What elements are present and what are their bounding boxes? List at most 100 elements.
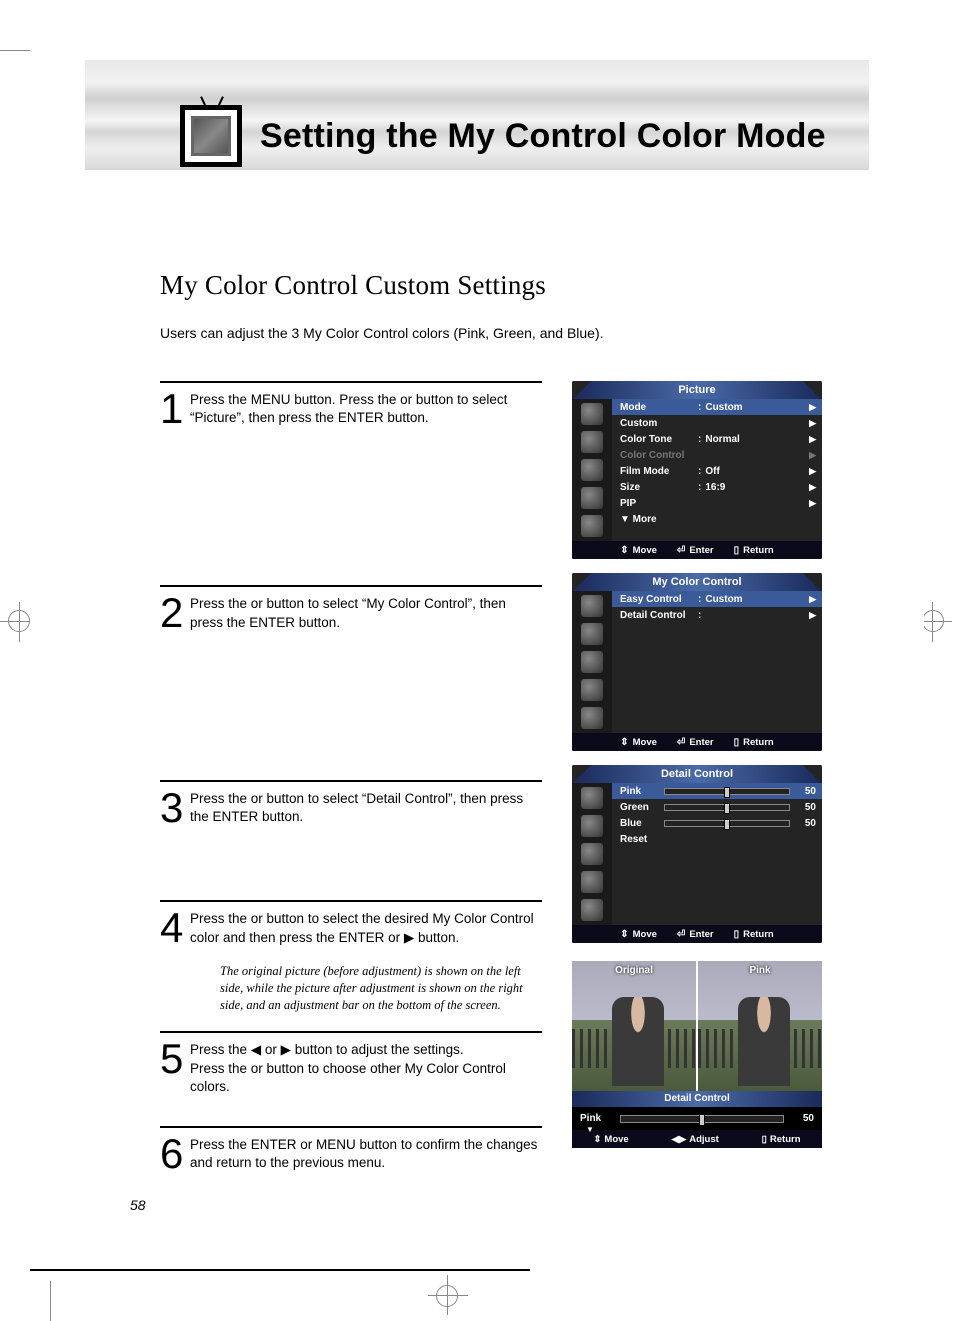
return-icon: ▯ [762, 1134, 767, 1145]
chevron-right-icon: ▶ [809, 498, 816, 509]
page: Setting the My Control Color Mode My Col… [30, 0, 924, 1321]
slider-track[interactable] [664, 788, 790, 795]
menu-category-icon [581, 815, 603, 837]
osd-icon-column [572, 591, 612, 733]
preview-adjust-row: Pink▼ 50 [572, 1107, 822, 1130]
menu-category-icon [581, 707, 603, 729]
tv-icon [180, 105, 242, 167]
osd-picture-menu: Picture Mode:Custom▶ Custom▶ Colo [572, 381, 822, 559]
step-number: 2 [160, 593, 190, 631]
slider-knob[interactable] [724, 803, 730, 814]
step-number: 6 [160, 1134, 190, 1172]
return-icon: ▯ [734, 545, 740, 556]
osd-footer: ⇕Move ⏎Enter ▯Return [572, 925, 822, 943]
osd-title: My Color Control [572, 573, 822, 591]
step-note: The original picture (before adjustment)… [160, 963, 542, 1014]
osd-mycolorcontrol-menu: My Color Control Easy Control:Custom▶ De… [572, 573, 822, 751]
chevron-right-icon: ▶ [809, 450, 816, 461]
menu-category-icon [581, 403, 603, 425]
chevron-right-icon: ▶ [809, 610, 816, 621]
registration-mark [447, 1275, 448, 1315]
osd-icon-column [572, 399, 612, 541]
osd-rows: Easy Control:Custom▶ Detail Control:▶ [612, 591, 822, 733]
slider-track[interactable] [620, 1115, 784, 1123]
step-6: 6 Press the ENTER or MENU button to conf… [160, 1126, 542, 1172]
osd-footer: ⇕Move ⏎Enter ▯Return [572, 541, 822, 559]
menu-category-icon [581, 843, 603, 865]
osd-row-custom[interactable]: Custom▶ [612, 415, 822, 431]
step-1: 1 Press the MENU button. Press the or bu… [160, 381, 542, 427]
osd-row-detailcontrol[interactable]: Detail Control:▶ [612, 607, 822, 623]
step-2: 2 Press the or button to select “My Colo… [160, 585, 542, 631]
osd-title: Picture [572, 381, 822, 399]
chevron-down-icon: ▼ [586, 1125, 594, 1134]
step-5: 5 Press the ◀ or ▶ button to adjust the … [160, 1031, 542, 1096]
return-icon: ▯ [734, 737, 740, 748]
registration-mark [19, 602, 20, 642]
bottom-trim-line [30, 1269, 530, 1271]
osd-slider-pink[interactable]: Pink50 [612, 783, 822, 799]
page-title: Setting the My Control Color Mode [260, 117, 826, 156]
chevron-right-icon: ▶ [809, 434, 816, 445]
updown-icon: ⇕ [620, 737, 628, 748]
slider-knob[interactable] [699, 1114, 705, 1126]
preview-bar-title: Detail Control [572, 1091, 822, 1107]
menu-category-icon [581, 899, 603, 921]
slider-knob[interactable] [724, 819, 730, 830]
osd-preview-adjustment: Original Pink Detail Control Pink▼ 50 [572, 961, 822, 1148]
step-text: Press the ENTER or MENU button to confir… [190, 1134, 542, 1172]
osd-row-colortone[interactable]: Color Tone:Normal▶ [612, 431, 822, 447]
osd-slider-green[interactable]: Green50 [612, 799, 822, 815]
osd-footer: ⇕Move ⏎Enter ▯Return [572, 733, 822, 751]
menu-category-icon [581, 871, 603, 893]
chevron-right-icon: ▶ [809, 466, 816, 477]
osd-detailcontrol-menu: Detail Control Pink50 Green50 Blu [572, 765, 822, 943]
step-text: Press the ◀ or ▶ button to adjust the se… [190, 1039, 542, 1096]
osd-row-more[interactable]: ▼ More [612, 511, 822, 527]
step-number: 5 [160, 1039, 190, 1096]
step-3: 3 Press the or button to select “Detail … [160, 780, 542, 826]
title-block: Setting the My Control Color Mode [180, 105, 826, 167]
registration-mark [428, 1295, 468, 1296]
osd-row-mode[interactable]: Mode:Custom▶ [612, 399, 822, 415]
osd-row-reset[interactable]: Reset [612, 831, 822, 847]
slider-knob[interactable] [724, 787, 730, 798]
osd-row-pip[interactable]: PIP▶ [612, 495, 822, 511]
enter-icon: ⏎ [677, 929, 685, 940]
chevron-right-icon: ▶ [809, 594, 816, 605]
step-number: 1 [160, 389, 190, 427]
preview-adjusted-image: Pink [698, 961, 822, 1091]
menu-category-icon [581, 431, 603, 453]
menu-category-icon [581, 515, 603, 537]
content: My Color Control Custom Settings Users c… [160, 270, 854, 1184]
section-subtitle: My Color Control Custom Settings [160, 270, 854, 301]
step-number: 4 [160, 908, 190, 946]
preview-adj-label: Pink [580, 1113, 601, 1124]
osd-icon-column [572, 783, 612, 925]
osd-rows: Mode:Custom▶ Custom▶ Color Tone:Normal▶ … [612, 399, 822, 541]
menu-category-icon [581, 679, 603, 701]
menu-category-icon [581, 595, 603, 617]
chevron-right-icon: ▶ [809, 402, 816, 413]
preview-adj-value: 50 [784, 1113, 814, 1124]
chevron-right-icon: ▶ [809, 418, 816, 429]
step-text: Press the or button to select “Detail Co… [190, 788, 542, 826]
step-4: 4 Press the or button to select the desi… [160, 900, 542, 946]
preview-original-image: Original [572, 961, 696, 1091]
steps-column: 1 Press the MENU button. Press the or bu… [160, 381, 542, 1184]
osd-row-size[interactable]: Size:16:9▶ [612, 479, 822, 495]
updown-icon: ⇕ [620, 929, 628, 940]
crop-mark [50, 1281, 51, 1321]
step-number: 3 [160, 788, 190, 826]
osd-row-easycontrol[interactable]: Easy Control:Custom▶ [612, 591, 822, 607]
slider-track[interactable] [664, 820, 790, 827]
slider-track[interactable] [664, 804, 790, 811]
updown-icon: ⇕ [593, 1134, 601, 1145]
menu-category-icon [581, 651, 603, 673]
chevron-right-icon: ▶ [809, 482, 816, 493]
intro-text: Users can adjust the 3 My Color Control … [160, 325, 854, 341]
osd-row-colorcontrol: Color Control▶ [612, 447, 822, 463]
osd-row-filmmode[interactable]: Film Mode:Off▶ [612, 463, 822, 479]
osd-slider-blue[interactable]: Blue50 [612, 815, 822, 831]
step-text: Press the MENU button. Press the or butt… [190, 389, 542, 427]
